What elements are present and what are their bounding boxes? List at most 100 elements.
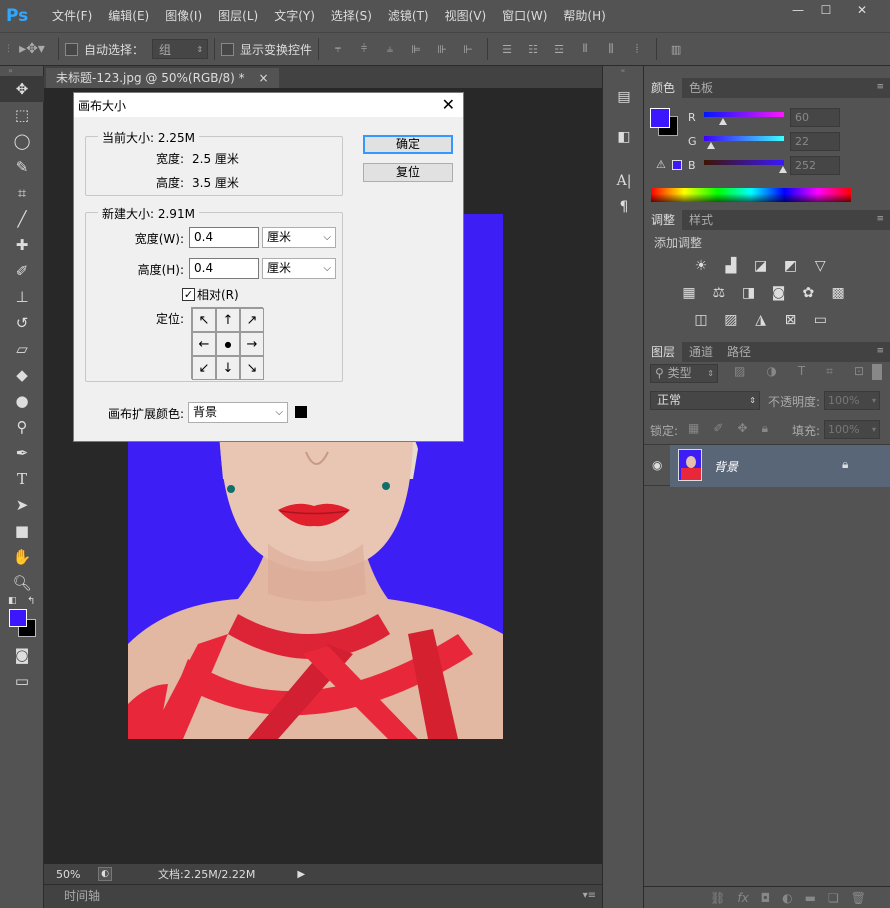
anchor-top[interactable]: ↑ xyxy=(216,308,240,332)
green-slider[interactable] xyxy=(704,136,784,141)
panel-menu-icon[interactable]: ≡ xyxy=(876,214,884,224)
extension-color-select[interactable]: 背景 ⌵ xyxy=(188,402,288,423)
anchor-bottom[interactable]: ↓ xyxy=(216,356,240,380)
tab-adjustments[interactable]: 调整 xyxy=(644,210,683,230)
paint-bucket-tool-icon[interactable]: ◆ xyxy=(0,362,44,388)
posterize-icon[interactable]: ▨ xyxy=(718,308,744,332)
brush-tool-icon[interactable]: ✐ xyxy=(0,258,44,284)
color-lookup-icon[interactable]: ▩ xyxy=(825,281,851,305)
distribute-vcenter-icon[interactable]: ☷ xyxy=(523,39,543,59)
panel-menu-icon[interactable]: ≡ xyxy=(876,82,884,92)
auto-select-dropdown[interactable]: 组 ⇕ xyxy=(152,39,209,59)
pen-tool-icon[interactable]: ✒ xyxy=(0,440,44,466)
web-color-swatch[interactable] xyxy=(672,160,682,170)
lasso-tool-icon[interactable]: ◯ xyxy=(0,128,44,154)
align-right-icon[interactable]: ⊩ xyxy=(458,39,478,59)
blue-slider-thumb[interactable] xyxy=(779,166,787,173)
anchor-bottom-left[interactable]: ↙ xyxy=(192,356,216,380)
show-transform-checkbox[interactable] xyxy=(221,42,235,56)
photo-filter-icon[interactable]: ◙ xyxy=(765,281,791,305)
collapse-icon[interactable]: » xyxy=(0,66,43,76)
zoom-level[interactable]: 50% xyxy=(44,868,94,881)
gamut-warning-icon[interactable]: ⚠ xyxy=(656,158,666,171)
menu-filter[interactable]: 滤镜(T) xyxy=(380,0,437,32)
align-vcenter-icon[interactable]: ⫩ xyxy=(354,39,374,59)
close-window-button[interactable]: ✕ xyxy=(840,0,884,20)
green-slider-thumb[interactable] xyxy=(707,142,715,149)
marquee-tool-icon[interactable]: ⬚ xyxy=(0,102,44,128)
reset-button[interactable]: 复位 xyxy=(363,163,453,182)
type-tool-icon[interactable]: T xyxy=(0,466,44,492)
anchor-bottom-right[interactable]: ↘ xyxy=(240,356,264,380)
new-adjustment-layer-icon[interactable]: ◐ xyxy=(782,891,792,905)
filter-pixel-icon[interactable]: ▨ xyxy=(734,364,745,379)
swap-colors-icon[interactable]: ↰ xyxy=(27,596,35,607)
foreground-color-swatch[interactable] xyxy=(9,609,27,627)
tab-color[interactable]: 颜色 xyxy=(644,78,683,98)
height-input[interactable]: 0.4 xyxy=(189,258,259,279)
layer-name[interactable]: 背景 xyxy=(714,458,738,475)
tab-layers[interactable]: 图层 xyxy=(644,342,683,362)
move-tool-icon[interactable]: ✥ xyxy=(0,76,44,102)
link-layers-icon[interactable]: ⛓ xyxy=(710,891,725,905)
red-slider-thumb[interactable] xyxy=(719,118,727,125)
anchor-right[interactable]: → xyxy=(240,332,264,356)
color-spectrum-bar[interactable] xyxy=(651,188,851,202)
quick-select-tool-icon[interactable]: ✎ xyxy=(0,154,44,180)
status-info-icon[interactable]: ◐ xyxy=(98,867,112,881)
properties-panel-icon[interactable]: ◧ xyxy=(603,124,645,150)
relative-checkbox-row[interactable]: ✓ 相对(R) xyxy=(182,286,239,303)
move-tool-preset-icon[interactable]: ▸✥▾ xyxy=(15,39,49,59)
menu-edit[interactable]: 编辑(E) xyxy=(100,0,157,32)
hand-tool-icon[interactable]: ✋ xyxy=(0,544,44,570)
threshold-icon[interactable]: ◮ xyxy=(748,308,774,332)
zoom-tool-icon[interactable]: 🔍︎ xyxy=(0,570,44,596)
character-panel-icon[interactable]: A| xyxy=(603,168,645,194)
screen-mode-icon[interactable]: ▭ xyxy=(0,668,44,694)
default-colors-icon[interactable]: ◧ xyxy=(8,596,17,606)
collapse-icon[interactable]: « xyxy=(603,66,643,84)
filter-type-icon[interactable]: T xyxy=(798,364,805,379)
opacity-input[interactable]: 100% ▾ xyxy=(824,391,880,410)
healing-brush-tool-icon[interactable]: ✚ xyxy=(0,232,44,258)
blue-value[interactable]: 252 xyxy=(790,156,840,175)
menu-file[interactable]: 文件(F) xyxy=(44,0,100,32)
anchor-top-right[interactable]: ↗ xyxy=(240,308,264,332)
filter-smart-icon[interactable]: ⊡ xyxy=(854,364,864,379)
filter-toggle[interactable] xyxy=(872,364,882,380)
menu-layer[interactable]: 图层(L) xyxy=(210,0,266,32)
auto-select-checkbox[interactable] xyxy=(65,42,78,56)
lock-all-icon[interactable]: 🔒︎ xyxy=(762,421,768,436)
menu-type[interactable]: 文字(Y) xyxy=(266,0,323,32)
path-select-tool-icon[interactable]: ➤ xyxy=(0,492,44,518)
auto-align-icon[interactable]: ▥ xyxy=(666,39,686,59)
distribute-bottom-icon[interactable]: ☲ xyxy=(549,39,569,59)
filter-shape-icon[interactable]: ⌗ xyxy=(826,364,833,379)
menu-image[interactable]: 图像(I) xyxy=(157,0,210,32)
tab-close-icon[interactable]: × xyxy=(258,71,268,85)
layer-style-icon[interactable]: fx xyxy=(737,891,748,905)
panel-menu-icon[interactable]: ▾≡ xyxy=(583,885,596,907)
width-input[interactable]: 0.4 xyxy=(189,227,259,248)
layer-filter-select[interactable]: ⚲ 类型 ⇕ xyxy=(650,364,718,383)
new-group-icon[interactable]: ▬ xyxy=(805,891,816,905)
distribute-right-icon[interactable]: ⦙ xyxy=(627,39,647,59)
fill-input[interactable]: 100% ▾ xyxy=(824,420,880,439)
lock-transparency-icon[interactable]: ▦ xyxy=(688,421,699,436)
minimize-button[interactable]: — xyxy=(784,0,812,20)
status-menu-arrow-icon[interactable]: ▶ xyxy=(297,869,305,880)
panel-menu-icon[interactable]: ≡ xyxy=(876,346,884,356)
maximize-button[interactable]: ☐ xyxy=(812,0,840,20)
red-slider[interactable] xyxy=(704,112,784,117)
relative-checkbox-checked-icon[interactable]: ✓ xyxy=(182,288,195,301)
curves-icon[interactable]: ◪ xyxy=(748,254,774,278)
layer-row[interactable]: ◉ 背景 🔒︎ xyxy=(644,444,890,487)
document-tab[interactable]: 未标题-123.jpg @ 50%(RGB/8) * × xyxy=(46,68,279,88)
blur-tool-icon[interactable]: ● xyxy=(0,388,44,414)
crop-tool-icon[interactable]: ⌗ xyxy=(0,180,44,206)
anchor-left[interactable]: ← xyxy=(192,332,216,356)
tab-swatches[interactable]: 色板 xyxy=(682,78,720,98)
lock-position-icon[interactable]: ✥ xyxy=(738,421,748,436)
menu-window[interactable]: 窗口(W) xyxy=(494,0,555,32)
invert-icon[interactable]: ◫ xyxy=(688,308,714,332)
